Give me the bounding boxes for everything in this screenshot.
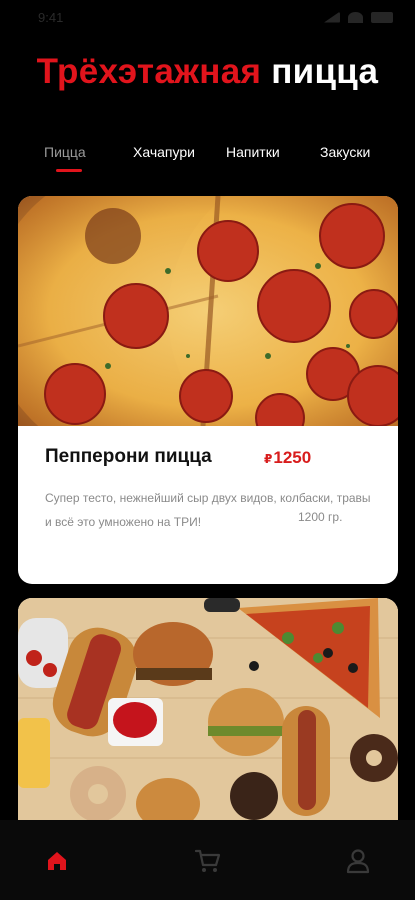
battery-icon (371, 11, 393, 23)
app-title-red: Трёхэтажная (36, 52, 262, 91)
profile-icon (346, 849, 370, 874)
cart-icon (194, 849, 221, 872)
price-value: 1250 (273, 448, 312, 467)
currency-symbol: ₽ (264, 452, 273, 466)
bottom-nav (0, 820, 415, 900)
pepperoni-pizza-image (18, 196, 398, 426)
signal-icon (324, 11, 340, 23)
nav-home[interactable] (40, 844, 74, 878)
status-icons (324, 11, 393, 23)
product-weight: 1200 гр. (298, 510, 343, 524)
product-name: Пепперони пицца (45, 446, 212, 467)
tab-pizza[interactable]: Пицца (44, 144, 86, 160)
status-time: 9:41 (38, 9, 64, 25)
app-title: Трёхэтажная пицца (0, 52, 415, 92)
status-bar: 9:41 (0, 0, 415, 34)
app-title-white: пицца (271, 52, 379, 91)
tab-khachapuri[interactable]: Хачапури (133, 144, 195, 160)
product-card[interactable]: Пепперони пицца ₽1250 Супер тесто, нежне… (18, 196, 398, 584)
fast-food-image (18, 598, 398, 820)
nav-cart[interactable] (191, 844, 225, 878)
nav-profile[interactable] (341, 844, 375, 878)
wifi-icon (348, 11, 363, 23)
tab-active-indicator (56, 169, 82, 172)
home-icon (48, 852, 66, 870)
category-tabs: Пицца Хачапури Напитки Закуски (0, 144, 415, 184)
product-price: ₽1250 (264, 448, 311, 468)
product-card[interactable] (18, 598, 398, 820)
tab-drinks[interactable]: Напитки (226, 144, 280, 160)
tab-snacks[interactable]: Закуски (320, 144, 370, 160)
